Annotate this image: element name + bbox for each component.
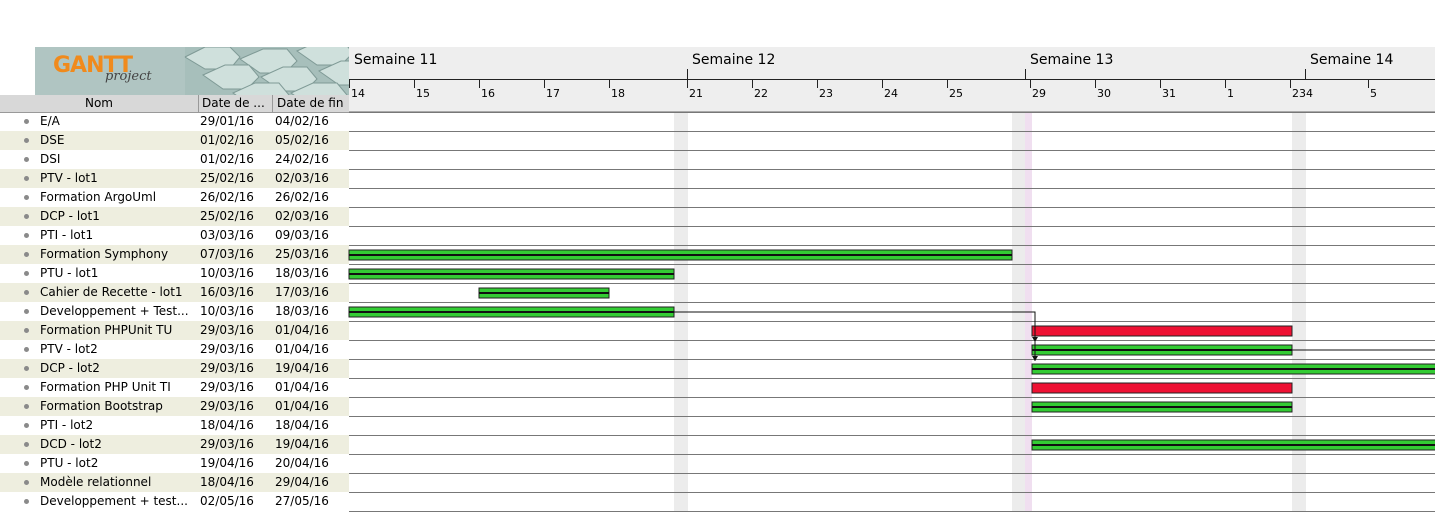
gantt-bars <box>348 249 1435 451</box>
critical-task-bar[interactable] <box>1031 325 1293 337</box>
arrowhead-icon <box>1032 356 1038 361</box>
arrowhead-icon <box>1032 337 1038 342</box>
critical-task-bar[interactable] <box>1031 382 1293 394</box>
dependency-arrow <box>674 311 1036 342</box>
